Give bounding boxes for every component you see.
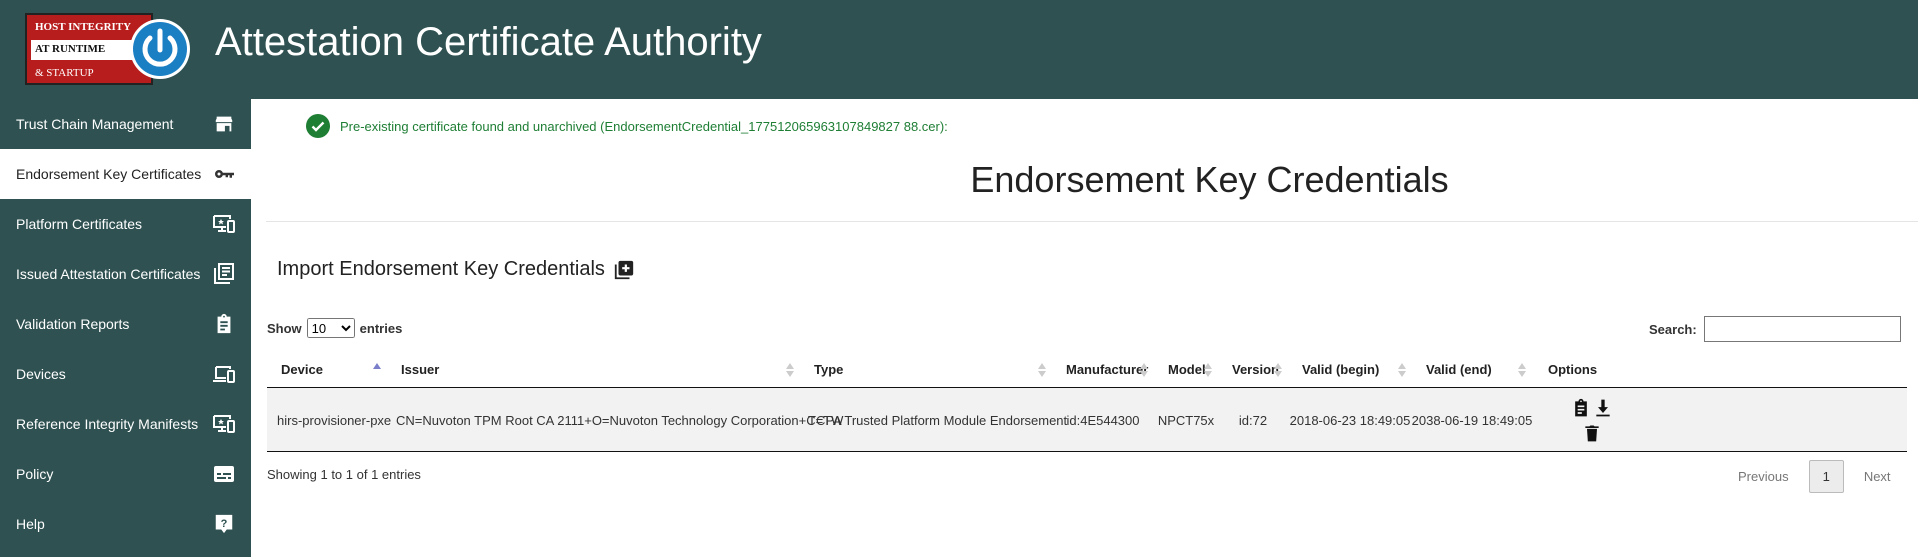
- sidebar-item-label: Endorsement Key Certificates: [16, 166, 202, 182]
- page-title: Endorsement Key Credentials: [970, 159, 1449, 200]
- import-label: Import Endorsement Key Credentials: [277, 258, 605, 280]
- cell-issuer: CN=Nuvoton TPM Root CA 2111+O=Nuvoton Te…: [396, 412, 844, 428]
- sidebar-item-devices[interactable]: Devices: [0, 349, 251, 399]
- sidebar-item-label: Policy: [16, 466, 54, 482]
- column-label: Valid (begin): [1302, 362, 1380, 377]
- sidebar-item-endorsement-key-certificates[interactable]: Endorsement Key Certificates: [0, 149, 251, 199]
- column-header-type[interactable]: Type: [800, 351, 1052, 388]
- alert-message: Pre-existing certificate found and unarc…: [340, 118, 948, 134]
- sort-icon: [1038, 363, 1046, 377]
- sort-icon: [1274, 363, 1282, 377]
- sort-icon: [1398, 363, 1406, 377]
- sidebar-item-label: Platform Certificates: [16, 216, 143, 232]
- hirs-logo[interactable]: HOST INTEGRITY AT RUNTIME & STARTUP: [25, 13, 190, 85]
- pagination-page-1[interactable]: 1: [1808, 459, 1844, 493]
- cell-valid-end: 2038-06-19 18:49:05: [1411, 412, 1533, 428]
- key-icon: [212, 162, 236, 186]
- page-length-control: Show 10 entries: [267, 318, 402, 338]
- pagination: Previous 1 Next: [1726, 459, 1903, 493]
- sidebar-item-trust-chain-management[interactable]: Trust Chain Management: [0, 99, 251, 149]
- sidebar-item-label: Devices: [16, 366, 66, 382]
- sidebar-item-policy[interactable]: Policy: [0, 449, 251, 499]
- success-alert: Pre-existing certificate found and unarc…: [306, 114, 948, 138]
- sidebar-item-label: Help: [16, 516, 45, 532]
- page-length-select[interactable]: 10: [306, 318, 355, 338]
- endorsement-credentials-table: Device Issuer Type Manufacturer Model Ve…: [267, 351, 1907, 452]
- main-content: Pre-existing certificate found and unarc…: [251, 99, 1918, 557]
- store-icon: [212, 112, 236, 136]
- sidebar-item-label: Validation Reports: [16, 316, 130, 332]
- column-header-manufacturer[interactable]: Manufacturer: [1052, 351, 1154, 388]
- cell-version: id:72: [1238, 412, 1268, 428]
- column-header-version[interactable]: Version: [1218, 351, 1288, 388]
- column-header-valid-begin[interactable]: Valid (begin): [1288, 351, 1412, 388]
- sidebar-item-platform-certificates[interactable]: Platform Certificates: [0, 199, 251, 249]
- clipboard-icon: [212, 312, 236, 336]
- app-header: HOST INTEGRITY AT RUNTIME & STARTUP Atte…: [0, 0, 1918, 99]
- column-label: Manufacturer: [1066, 362, 1149, 377]
- sidebar-item-validation-reports[interactable]: Validation Reports: [0, 299, 251, 349]
- help-icon: ?: [212, 512, 236, 536]
- check-circle-icon: [306, 114, 330, 138]
- sort-icon: [786, 363, 794, 377]
- pagination-next[interactable]: Next: [1852, 461, 1903, 492]
- cell-options: [1532, 396, 1627, 444]
- column-header-valid-end[interactable]: Valid (end): [1412, 351, 1532, 388]
- pagination-previous[interactable]: Previous: [1726, 461, 1801, 492]
- devices-icon: [212, 212, 236, 236]
- import-endorsement-key-credentials-button[interactable]: Import Endorsement Key Credentials: [277, 258, 635, 281]
- power-icon: [130, 19, 190, 79]
- sidebar-item-reference-integrity-manifests[interactable]: Reference Integrity Manifests: [0, 399, 251, 449]
- app-title: Attestation Certificate Authority: [215, 20, 762, 64]
- show-label: Show: [267, 320, 302, 336]
- column-label: Issuer: [401, 362, 440, 377]
- column-label: Options: [1548, 362, 1598, 377]
- column-label: Model: [1168, 362, 1206, 377]
- table-header: Device Issuer Type Manufacturer Model Ve…: [267, 351, 1907, 388]
- sort-icon: [1204, 363, 1212, 377]
- cell-type: TCPA Trusted Platform Module Endorsement: [808, 412, 1068, 428]
- sidebar-item-issued-attestation-certificates[interactable]: Issued Attestation Certificates: [0, 249, 251, 299]
- cell-manufacturer: id:4E544300: [1066, 412, 1140, 428]
- title-divider: [266, 221, 1918, 222]
- sidebar-item-label: Issued Attestation Certificates: [16, 266, 201, 282]
- sort-icon: [1518, 363, 1526, 377]
- column-header-options: Options: [1532, 351, 1627, 388]
- sort-ascending-icon: [373, 363, 381, 369]
- cell-device: hirs-provisioner-pxe: [277, 412, 392, 428]
- sidebar-item-help[interactable]: Help ?: [0, 499, 251, 549]
- details-clipboard-icon[interactable]: [1571, 397, 1591, 419]
- column-label: Version: [1232, 362, 1279, 377]
- sidebar: Trust Chain Management Endorsement Key C…: [0, 99, 251, 557]
- svg-text:?: ?: [221, 518, 228, 530]
- library-add-icon: [614, 260, 634, 279]
- column-header-model[interactable]: Model: [1154, 351, 1218, 388]
- entries-label: entries: [359, 320, 403, 336]
- download-icon[interactable]: [1593, 397, 1613, 419]
- search-input[interactable]: [1703, 316, 1901, 342]
- column-label: Device: [281, 362, 323, 377]
- column-label: Type: [814, 362, 844, 377]
- delete-trash-icon[interactable]: [1582, 422, 1602, 444]
- column-header-issuer[interactable]: Issuer: [387, 351, 800, 388]
- search-label: Search:: [1649, 321, 1697, 337]
- column-label: Valid (end): [1426, 362, 1492, 377]
- devices-icon: [212, 412, 236, 436]
- column-header-device[interactable]: Device: [267, 351, 387, 388]
- table-info: Showing 1 to 1 of 1 entries: [267, 467, 421, 482]
- table-search: Search:: [1649, 316, 1901, 342]
- cell-valid-begin: 2018-06-23 18:49:05: [1289, 412, 1411, 428]
- subtitles-icon: [212, 462, 236, 486]
- laptop-phone-icon: [212, 362, 236, 386]
- library-books-icon: [212, 262, 236, 286]
- cell-model: NPCT75x: [1157, 412, 1215, 428]
- sidebar-item-label: Trust Chain Management: [16, 116, 174, 132]
- sidebar-item-label: Reference Integrity Manifests: [16, 416, 199, 432]
- table-row[interactable]: hirs-provisioner-pxe CN=Nuvoton TPM Root…: [267, 388, 1907, 452]
- sort-icon: [1140, 363, 1148, 377]
